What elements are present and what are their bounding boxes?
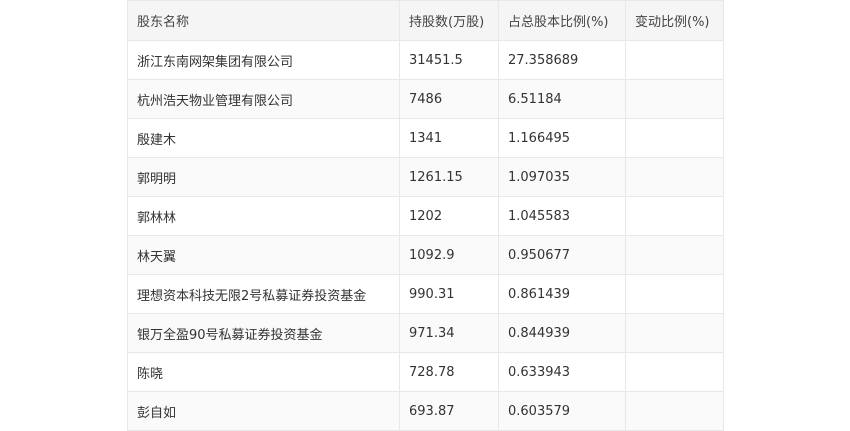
table-row: 彭自如 693.87 0.603579 (127, 391, 724, 431)
cell-change-ratio (625, 157, 724, 197)
cell-shareholder-name: 林天翼 (127, 235, 400, 275)
table-row: 林天翼 1092.9 0.950677 (127, 235, 724, 275)
cell-share-ratio: 0.950677 (498, 235, 626, 275)
cell-shareholder-name: 陈晓 (127, 352, 400, 392)
cell-change-ratio (625, 196, 724, 236)
cell-share-ratio: 0.603579 (498, 391, 626, 431)
cell-change-ratio (625, 391, 724, 431)
cell-change-ratio (625, 235, 724, 275)
table-row: 理想资本科技无限2号私募证券投资基金 990.31 0.861439 (127, 274, 724, 314)
cell-shareholder-name: 浙江东南网架集团有限公司 (127, 40, 400, 80)
cell-shareholder-name: 殷建木 (127, 118, 400, 158)
header-share-ratio: 占总股本比例(%) (498, 0, 626, 41)
cell-share-ratio: 0.633943 (498, 352, 626, 392)
cell-shares-held: 971.34 (399, 313, 499, 353)
shareholder-table-container: 股东名称 持股数(万股) 占总股本比例(%) 变动比例(%) 浙江东南网架集团有… (127, 0, 724, 431)
table-row: 郭林林 1202 1.045583 (127, 196, 724, 236)
cell-shares-held: 1202 (399, 196, 499, 236)
table-row: 殷建木 1341 1.166495 (127, 118, 724, 158)
cell-shares-held: 693.87 (399, 391, 499, 431)
cell-shares-held: 990.31 (399, 274, 499, 314)
table-row: 郭明明 1261.15 1.097035 (127, 157, 724, 197)
cell-change-ratio (625, 274, 724, 314)
cell-change-ratio (625, 79, 724, 119)
cell-share-ratio: 0.861439 (498, 274, 626, 314)
cell-shareholder-name: 郭林林 (127, 196, 400, 236)
cell-shares-held: 1261.15 (399, 157, 499, 197)
table-row: 杭州浩天物业管理有限公司 7486 6.51184 (127, 79, 724, 119)
cell-change-ratio (625, 352, 724, 392)
cell-shares-held: 31451.5 (399, 40, 499, 80)
cell-shareholder-name: 银万全盈90号私募证券投资基金 (127, 313, 400, 353)
header-shareholder-name: 股东名称 (127, 0, 400, 41)
shareholder-table: 股东名称 持股数(万股) 占总股本比例(%) 变动比例(%) 浙江东南网架集团有… (127, 0, 724, 431)
table-row: 陈晓 728.78 0.633943 (127, 352, 724, 392)
table-row: 浙江东南网架集团有限公司 31451.5 27.358689 (127, 40, 724, 80)
cell-share-ratio: 0.844939 (498, 313, 626, 353)
cell-share-ratio: 27.358689 (498, 40, 626, 80)
cell-shares-held: 1341 (399, 118, 499, 158)
header-change-ratio: 变动比例(%) (625, 0, 724, 41)
cell-shareholder-name: 理想资本科技无限2号私募证券投资基金 (127, 274, 400, 314)
cell-shareholder-name: 杭州浩天物业管理有限公司 (127, 79, 400, 119)
cell-shares-held: 7486 (399, 79, 499, 119)
header-shares-held: 持股数(万股) (399, 0, 499, 41)
table-header-row: 股东名称 持股数(万股) 占总股本比例(%) 变动比例(%) (127, 0, 724, 41)
cell-shareholder-name: 郭明明 (127, 157, 400, 197)
cell-shareholder-name: 彭自如 (127, 391, 400, 431)
cell-change-ratio (625, 40, 724, 80)
cell-change-ratio (625, 313, 724, 353)
cell-share-ratio: 1.166495 (498, 118, 626, 158)
cell-share-ratio: 6.51184 (498, 79, 626, 119)
table-row: 银万全盈90号私募证券投资基金 971.34 0.844939 (127, 313, 724, 353)
cell-shares-held: 1092.9 (399, 235, 499, 275)
cell-share-ratio: 1.045583 (498, 196, 626, 236)
cell-shares-held: 728.78 (399, 352, 499, 392)
cell-change-ratio (625, 118, 724, 158)
cell-share-ratio: 1.097035 (498, 157, 626, 197)
